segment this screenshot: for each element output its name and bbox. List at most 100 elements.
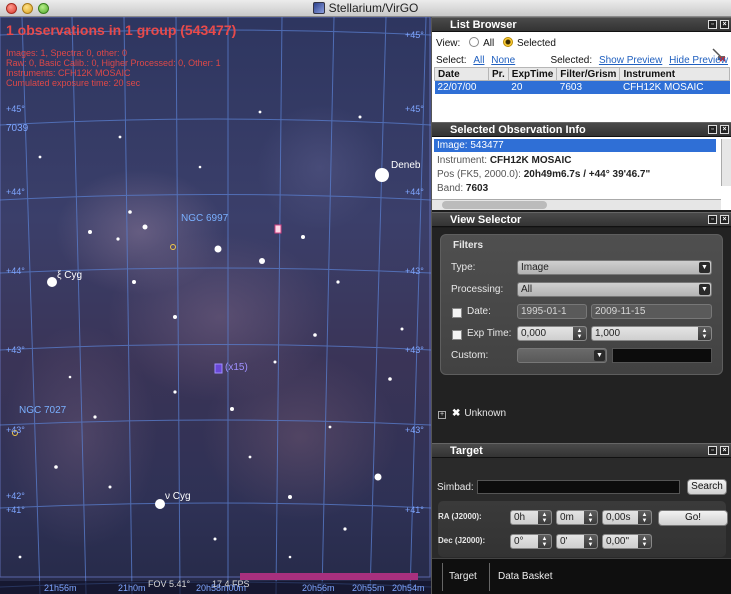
- star[interactable]: [230, 407, 234, 411]
- info-vertical-scrollbar[interactable]: [721, 139, 731, 186]
- star[interactable]: [288, 495, 292, 499]
- close-panel-icon[interactable]: ×: [720, 215, 729, 224]
- float-panel-icon[interactable]: ▫: [708, 215, 717, 224]
- star[interactable]: [108, 485, 112, 489]
- list-browser-header[interactable]: List Browser ▫ ×: [432, 17, 731, 32]
- col-exptime[interactable]: ExpTime: [507, 67, 558, 81]
- go-button[interactable]: Go!: [658, 510, 728, 526]
- exptime-from-stepper[interactable]: 0,000 ▲ ▼: [517, 326, 587, 341]
- view-all-label[interactable]: All: [483, 38, 494, 49]
- date-to-field[interactable]: 2009-11-15: [591, 304, 712, 319]
- star[interactable]: [343, 527, 347, 531]
- float-panel-icon[interactable]: ▫: [708, 446, 717, 455]
- ngc7027-label[interactable]: NGC 7027: [19, 405, 66, 416]
- hide-preview-link[interactable]: Hide Preview: [669, 55, 728, 66]
- ngc6997-label[interactable]: NGC 6997: [181, 213, 228, 224]
- star[interactable]: [388, 377, 392, 381]
- expand-icon[interactable]: +: [438, 411, 446, 419]
- star[interactable]: [358, 115, 362, 119]
- ra-minutes-stepper[interactable]: 0m ▲ ▼: [556, 510, 598, 525]
- obs-info-header[interactable]: Selected Observation Info ▫ ×: [432, 122, 731, 137]
- star[interactable]: [400, 327, 404, 331]
- col-pr[interactable]: Pr.: [488, 67, 509, 81]
- star[interactable]: [313, 333, 317, 337]
- star[interactable]: [374, 473, 382, 481]
- info-horizontal-scrollbar[interactable]: [432, 199, 721, 210]
- star[interactable]: [132, 280, 136, 284]
- cluster-label[interactable]: (x15): [225, 362, 248, 373]
- stepper-arrows-icon[interactable]: ▲ ▼: [698, 327, 711, 340]
- star[interactable]: [328, 425, 332, 429]
- star[interactable]: [68, 375, 72, 379]
- star[interactable]: [214, 245, 222, 253]
- close-panel-icon[interactable]: ×: [720, 446, 729, 455]
- tab-target[interactable]: Target: [449, 571, 477, 582]
- processing-select[interactable]: All ▼: [517, 282, 712, 297]
- observation-marker[interactable]: [274, 224, 282, 234]
- close-panel-icon[interactable]: ×: [720, 125, 729, 134]
- view-selector-header[interactable]: View Selector ▫ ×: [432, 212, 731, 227]
- star[interactable]: [336, 280, 340, 284]
- star[interactable]: [198, 165, 202, 169]
- dec-degrees-stepper[interactable]: 0° ▲ ▼: [510, 534, 552, 549]
- float-panel-icon[interactable]: ▫: [708, 20, 717, 29]
- star[interactable]: [301, 235, 305, 239]
- star[interactable]: [88, 230, 92, 234]
- custom-value-input[interactable]: [612, 348, 712, 363]
- stepper-arrows-icon[interactable]: ▲ ▼: [638, 535, 651, 548]
- custom-select[interactable]: ▼: [517, 348, 607, 363]
- select-all-link[interactable]: All: [473, 55, 484, 66]
- tree-item-unknown[interactable]: + ✖ Unknown: [438, 408, 506, 419]
- stepper-arrows-icon[interactable]: ▲ ▼: [538, 511, 551, 524]
- date-from-field[interactable]: 1995-01-1: [517, 304, 587, 319]
- type-select[interactable]: Image ▼: [517, 260, 712, 275]
- star[interactable]: [248, 455, 252, 459]
- stepper-arrows-icon[interactable]: ▲ ▼: [584, 511, 597, 524]
- star[interactable]: [116, 237, 120, 241]
- exptime-to-stepper[interactable]: 1,000 ▲ ▼: [591, 326, 712, 341]
- scroll-thumb[interactable]: [442, 201, 547, 209]
- star[interactable]: [142, 224, 148, 230]
- star[interactable]: [258, 110, 262, 114]
- date-checkbox[interactable]: [452, 308, 462, 318]
- view-all-radio[interactable]: [469, 37, 480, 47]
- target-header[interactable]: Target ▫ ×: [432, 443, 731, 458]
- stepper-arrows-icon[interactable]: ▲ ▼: [638, 511, 651, 524]
- star[interactable]: [288, 555, 292, 559]
- star[interactable]: [38, 155, 42, 159]
- star-deneb[interactable]: [375, 168, 389, 182]
- ngc6997-marker[interactable]: [170, 244, 176, 250]
- col-date[interactable]: Date: [434, 67, 489, 81]
- exptime-checkbox[interactable]: [452, 330, 462, 340]
- float-panel-icon[interactable]: ▫: [708, 125, 717, 134]
- star[interactable]: [173, 315, 177, 319]
- star[interactable]: [128, 210, 132, 214]
- star[interactable]: [273, 360, 277, 364]
- close-panel-icon[interactable]: ×: [720, 20, 729, 29]
- table-row[interactable]: 22/07/00 20 7603 CFH12K MOSAIC: [434, 80, 730, 94]
- sky-view[interactable]: 1 observations in 1 group (543477) Image…: [0, 17, 431, 594]
- star[interactable]: [118, 135, 122, 139]
- tab-data-basket[interactable]: Data Basket: [498, 571, 552, 582]
- simbad-input[interactable]: [477, 480, 680, 494]
- star-xi-cyg[interactable]: [47, 277, 57, 287]
- stepper-arrows-icon[interactable]: ▲ ▼: [584, 535, 597, 548]
- stepper-arrows-icon[interactable]: ▲ ▼: [573, 327, 586, 340]
- show-preview-link[interactable]: Show Preview: [599, 55, 662, 66]
- ra-hours-stepper[interactable]: 0h ▲ ▼: [510, 510, 552, 525]
- view-selected-label[interactable]: Selected: [517, 38, 556, 49]
- select-none-link[interactable]: None: [491, 55, 515, 66]
- star[interactable]: [54, 465, 58, 469]
- dec-seconds-stepper[interactable]: 0,00" ▲ ▼: [602, 534, 652, 549]
- col-instrument[interactable]: Instrument: [619, 67, 730, 81]
- cluster-marker[interactable]: [214, 363, 223, 374]
- star[interactable]: [18, 555, 22, 559]
- star[interactable]: [93, 415, 97, 419]
- ra-seconds-stepper[interactable]: 0,00s ▲ ▼: [602, 510, 652, 525]
- star[interactable]: [213, 537, 217, 541]
- dec-minutes-stepper[interactable]: 0' ▲ ▼: [556, 534, 598, 549]
- col-filter[interactable]: Filter/Grism: [556, 67, 621, 81]
- star-nu-cyg[interactable]: [155, 499, 165, 509]
- view-selected-radio[interactable]: [502, 37, 513, 47]
- stepper-arrows-icon[interactable]: ▲ ▼: [538, 535, 551, 548]
